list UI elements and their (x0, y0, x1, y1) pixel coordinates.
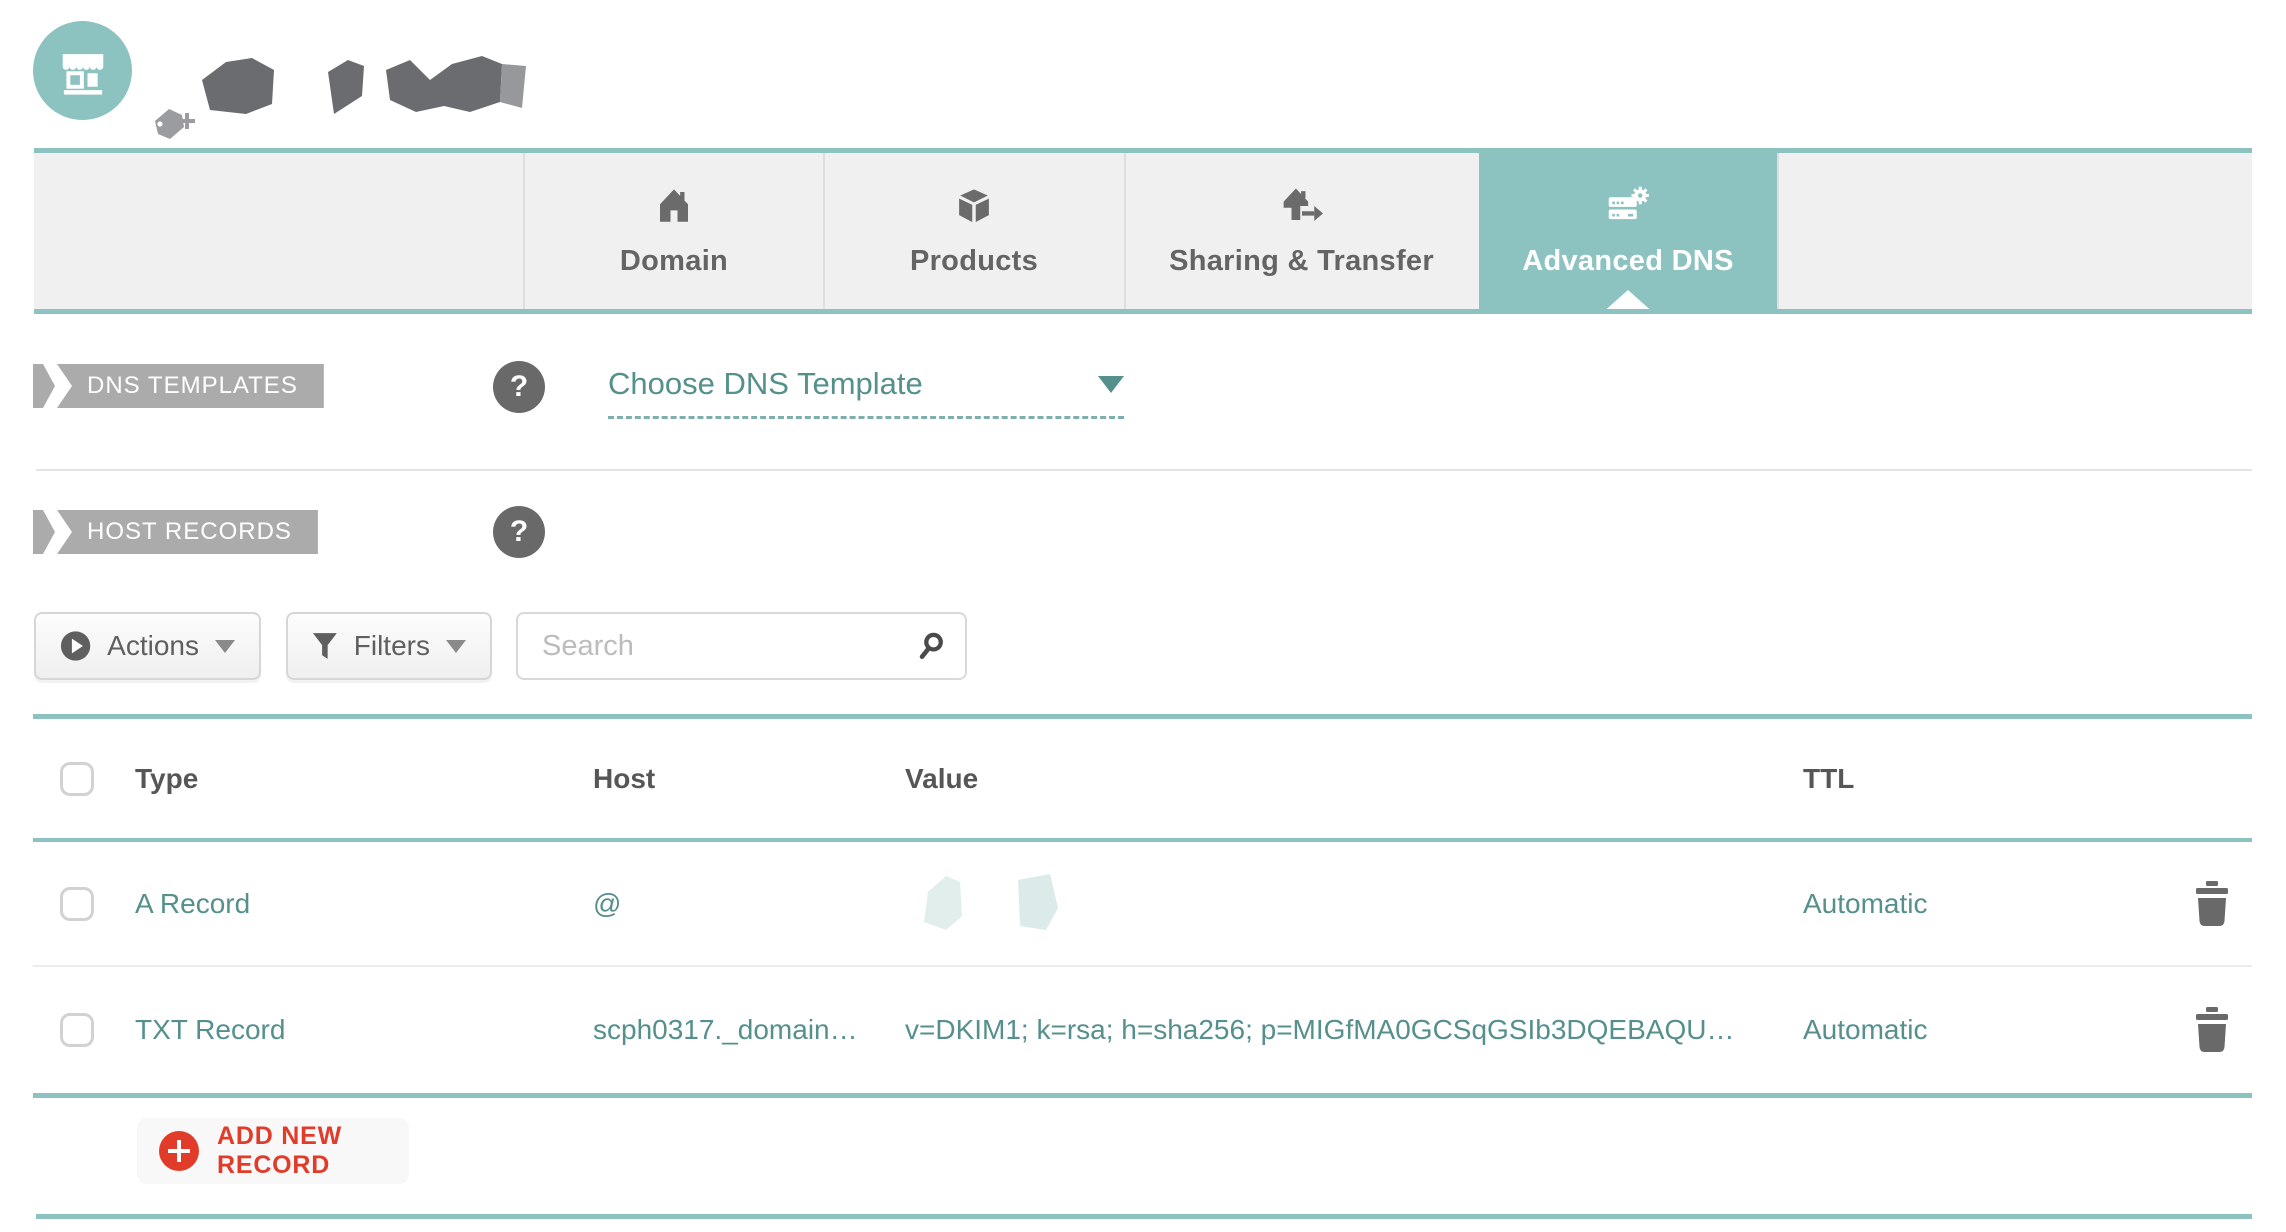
redacted-value-blobs (924, 873, 1058, 930)
trash-icon (2196, 880, 2228, 926)
column-header-ttl: TTL (1803, 762, 1855, 794)
tab-label: Products (909, 244, 1039, 277)
add-new-record-label: ADD NEW RECORD (217, 1122, 343, 1179)
section-divider (36, 469, 2252, 471)
record-value-redacted[interactable] (918, 842, 1078, 965)
search-icon[interactable] (919, 628, 945, 664)
dns-template-dropdown[interactable]: Choose DNS Template (608, 366, 1124, 419)
funnel-icon (312, 633, 337, 659)
chevron-down-icon (215, 639, 235, 653)
dns-templates-help-icon[interactable]: ? (493, 361, 545, 413)
play-circle-icon (60, 631, 91, 661)
record-row-a: A Record @ Automatic (33, 842, 2252, 965)
table-bottom-border (33, 1093, 2252, 1098)
host-records-section: HOST RECORDS (33, 510, 318, 554)
delete-record-button[interactable] (2193, 967, 2231, 1093)
storefront-icon (62, 53, 103, 95)
record-host[interactable]: scph0317._domain… (593, 1014, 858, 1046)
badge-label: HOST RECORDS (57, 510, 318, 554)
tag-plus-icon[interactable] (152, 106, 196, 147)
record-type[interactable]: TXT Record (135, 1014, 285, 1046)
record-value[interactable]: v=DKIM1; k=rsa; h=sha256; p=MIGfMA0GCSqG… (905, 1014, 1734, 1046)
account-avatar[interactable] (33, 21, 132, 120)
redacted-domain-name (150, 38, 550, 123)
plus-circle-icon (159, 1131, 199, 1171)
tab-sharing-transfer[interactable]: Sharing & Transfer (1126, 153, 1477, 309)
house-arrow-icon (1283, 188, 1323, 221)
tab-products[interactable]: Products (825, 153, 1123, 309)
filters-label: Filters (353, 630, 430, 661)
domain-tabbar: Domain Products Sharing & Transfer Advan… (34, 148, 2252, 314)
actions-label: Actions (107, 630, 199, 661)
badge-label: DNS TEMPLATES (57, 364, 324, 408)
badge-arrow-icon (33, 364, 55, 408)
search-box (516, 612, 967, 680)
tabbar-strip: Domain Products Sharing & Transfer Advan… (34, 153, 2252, 314)
record-row-txt: TXT Record scph0317._domain… v=DKIM1; k=… (33, 967, 2252, 1093)
add-new-record-button[interactable]: ADD NEW RECORD (137, 1118, 409, 1184)
column-header-type: Type (135, 762, 199, 794)
host-records-badge: HOST RECORDS (33, 510, 318, 554)
server-gear-icon (1608, 186, 1649, 219)
delete-record-button[interactable] (2193, 842, 2231, 965)
search-input[interactable] (542, 629, 919, 663)
tab-domain[interactable]: Domain (525, 153, 823, 309)
filters-button[interactable]: Filters (286, 612, 492, 680)
select-all-checkbox[interactable] (60, 761, 94, 796)
dns-templates-badge: DNS TEMPLATES (33, 364, 324, 408)
column-header-value: Value (905, 762, 979, 794)
actions-button[interactable]: Actions (34, 612, 261, 680)
dns-templates-section: DNS TEMPLATES (33, 364, 324, 408)
tab-label: Advanced DNS (1522, 244, 1734, 277)
tabbar-bottom-border (34, 309, 2252, 314)
badge-arrow-icon (33, 510, 55, 554)
page-bottom-border (36, 1214, 2252, 1219)
record-host[interactable]: @ (593, 888, 621, 920)
tab-label: Domain (619, 244, 729, 277)
tab-label: Sharing & Transfer (1169, 244, 1434, 277)
tab-advanced-dns[interactable]: Advanced DNS (1479, 153, 1777, 314)
dns-template-dropdown-label: Choose DNS Template (608, 366, 923, 401)
row-checkbox[interactable] (60, 886, 94, 921)
chevron-down-icon (446, 639, 466, 653)
host-records-help-icon[interactable]: ? (493, 506, 545, 558)
trash-icon (2196, 1007, 2228, 1052)
row-checkbox[interactable] (60, 1013, 94, 1047)
chevron-down-icon (1098, 375, 1124, 393)
table-header-row: Type Host Value TTL (33, 719, 2252, 838)
column-header-host: Host (593, 762, 656, 794)
box-icon (956, 187, 992, 225)
record-ttl[interactable]: Automatic (1803, 888, 1928, 920)
house-icon (660, 188, 688, 222)
record-type[interactable]: A Record (135, 888, 250, 920)
record-ttl[interactable]: Automatic (1803, 1014, 1928, 1046)
